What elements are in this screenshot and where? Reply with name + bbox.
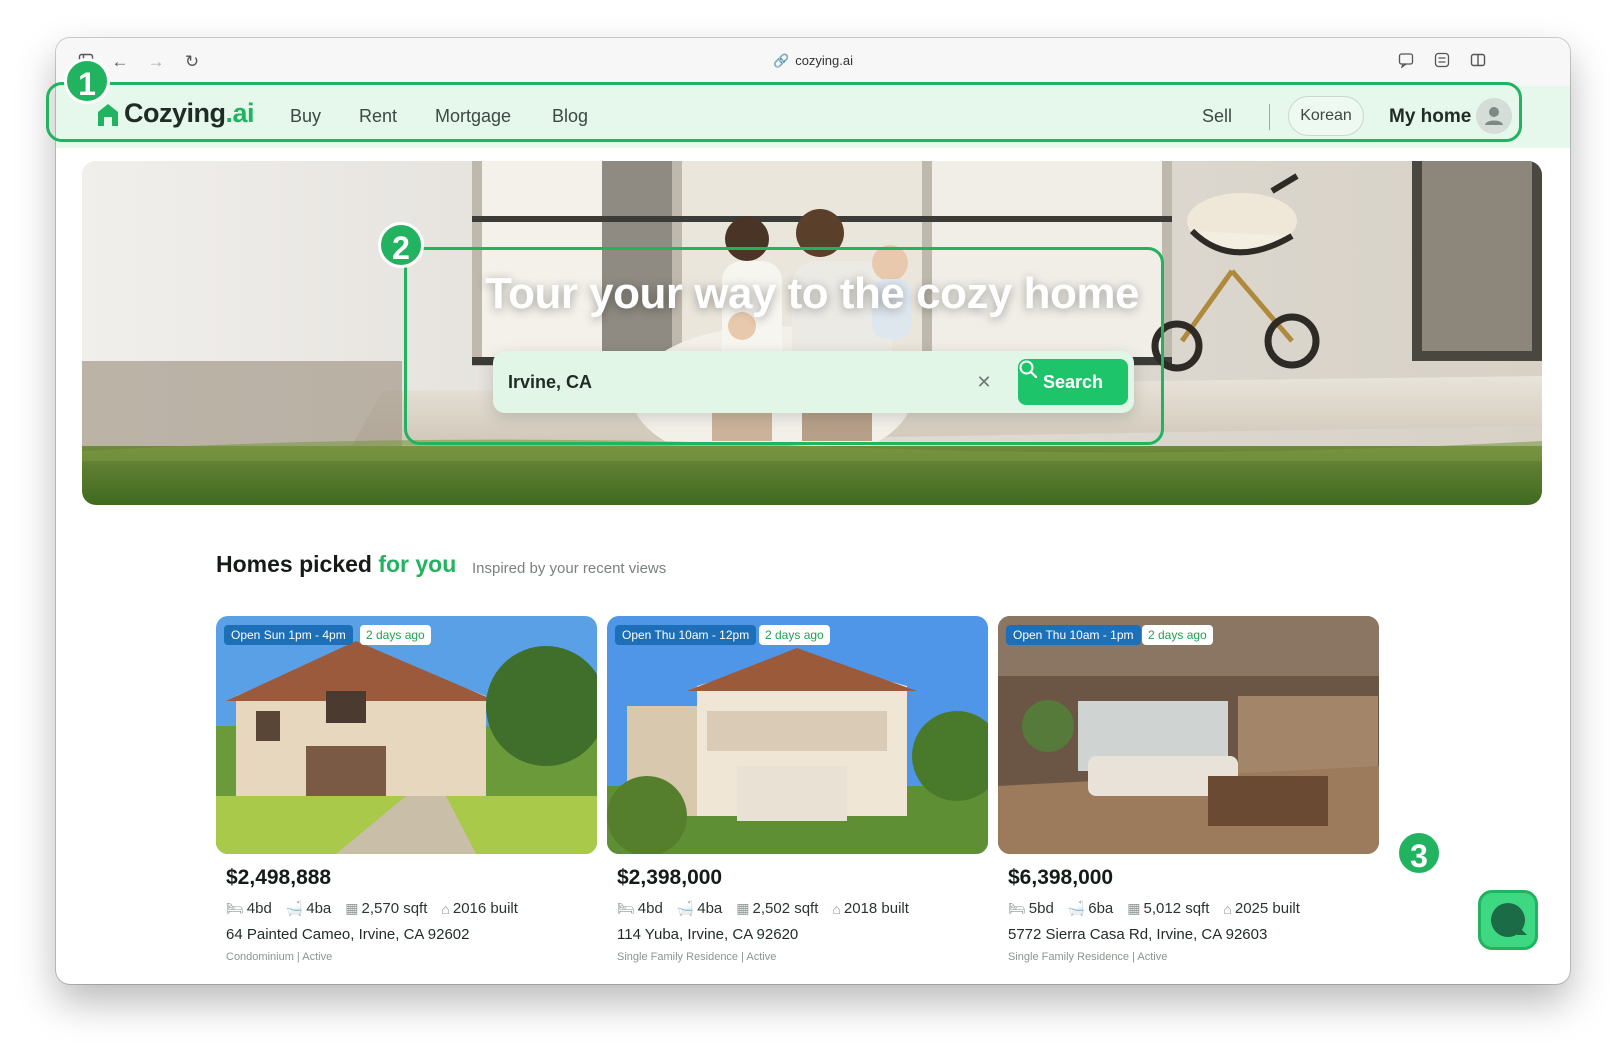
listing-price: $2,398,000 [617,866,723,889]
address-bar[interactable]: 🔗 cozying.ai [56,53,1570,69]
bath-icon: 🛁 [285,900,304,916]
listing-facts: 🛏 5bd 🛁 6ba ▦ 5,012 sqft ⌂ 2025 built [1008,900,1379,917]
section-title-main: Homes picked [216,551,372,577]
area-icon: ▦ [1127,900,1141,916]
listing-type: Single Family Residence | Active [617,951,777,963]
bed-icon: 🛏 [1008,900,1026,916]
listing-photo[interactable]: Open Thu 10am - 12pm 2 days ago [607,616,988,854]
section-subtitle: Inspired by your recent views [472,560,667,577]
built-value: 2018 built [843,900,909,917]
section-title-accent: for you [378,551,457,577]
bath-icon: 🛁 [1067,900,1086,916]
listing-price: $6,398,000 [1008,866,1114,889]
section-title: Homes picked for you [216,551,456,578]
listing-card[interactable]: Open Thu 10am - 1pm 2 days ago $6,398,00… [998,616,1379,963]
chat-bubble-tail [1517,925,1527,935]
bed-icon: 🛏 [226,900,244,916]
sqft-value: 2,502 sqft [752,900,819,917]
listed-age-badge: 2 days ago [360,625,431,645]
built-value: 2016 built [452,900,518,917]
beds-value: 5bd [1028,900,1054,917]
listing-type: Single Family Residence | Active [1008,951,1168,963]
listed-age-badge: 2 days ago [1142,625,1213,645]
beds-value: 4bd [246,900,272,917]
baths-value: 6ba [1088,900,1114,917]
built-icon: ⌂ [1223,900,1232,917]
link-icon: 🔗 [773,53,790,68]
beds-value: 4bd [637,900,663,917]
built-icon: ⌂ [832,900,841,917]
area-icon: ▦ [736,900,750,916]
built-icon: ⌂ [441,900,450,917]
listing-facts: 🛏 4bd 🛁 4ba ▦ 2,502 sqft ⌂ 2018 built [617,900,988,917]
built-value: 2025 built [1234,900,1300,917]
listing-address: 64 Painted Cameo, Irvine, CA 92602 [226,926,470,943]
bath-icon: 🛁 [676,900,695,916]
open-house-badge: Open Thu 10am - 1pm [1006,625,1141,645]
area-icon: ▦ [345,900,359,916]
sqft-value: 2,570 sqft [361,900,428,917]
listing-card[interactable]: Open Thu 10am - 12pm 2 days ago $2,398,0… [607,616,988,963]
browser-toolbar: ← → ↻ 🔗 cozying.ai [56,38,1570,86]
listing-card[interactable]: Open Sun 1pm - 4pm 2 days ago $2,498,888… [216,616,597,963]
annotation-badge-1: 1 [64,58,110,104]
listing-type: Condominium | Active [226,951,333,963]
chat-button[interactable] [1478,890,1538,950]
bed-icon: 🛏 [617,900,635,916]
annotation-badge-3: 3 [1396,830,1442,876]
annotation-badge-2: 2 [378,222,424,268]
listing-address: 114 Yuba, Irvine, CA 92620 [617,926,799,943]
open-house-badge: Open Thu 10am - 12pm [615,625,757,645]
annotation-box-navbar [46,82,1522,142]
annotation-box-search [404,247,1164,445]
browser-window: ← → ↻ 🔗 cozying.ai Cozying .ai Buy Rent Mo… [56,38,1570,984]
url-text: cozying.ai [795,53,853,68]
translate-icon[interactable] [1396,52,1416,72]
split-view-icon[interactable] [1468,52,1488,72]
listing-address: 5772 Sierra Casa Rd, Irvine, CA 92603 [1008,926,1268,943]
listing-photo[interactable]: Open Thu 10am - 1pm 2 days ago [998,616,1379,854]
baths-value: 4ba [306,900,332,917]
listed-age-badge: 2 days ago [759,625,830,645]
listing-photo[interactable]: Open Sun 1pm - 4pm 2 days ago [216,616,597,854]
listing-facts: 🛏 4bd 🛁 4ba ▦ 2,570 sqft ⌂ 2016 built [226,900,597,917]
listing-price: $2,498,888 [226,866,332,889]
open-house-badge: Open Sun 1pm - 4pm [224,625,353,645]
baths-value: 4ba [697,900,723,917]
extensions-icon[interactable] [1432,52,1452,72]
sqft-value: 5,012 sqft [1143,900,1210,917]
